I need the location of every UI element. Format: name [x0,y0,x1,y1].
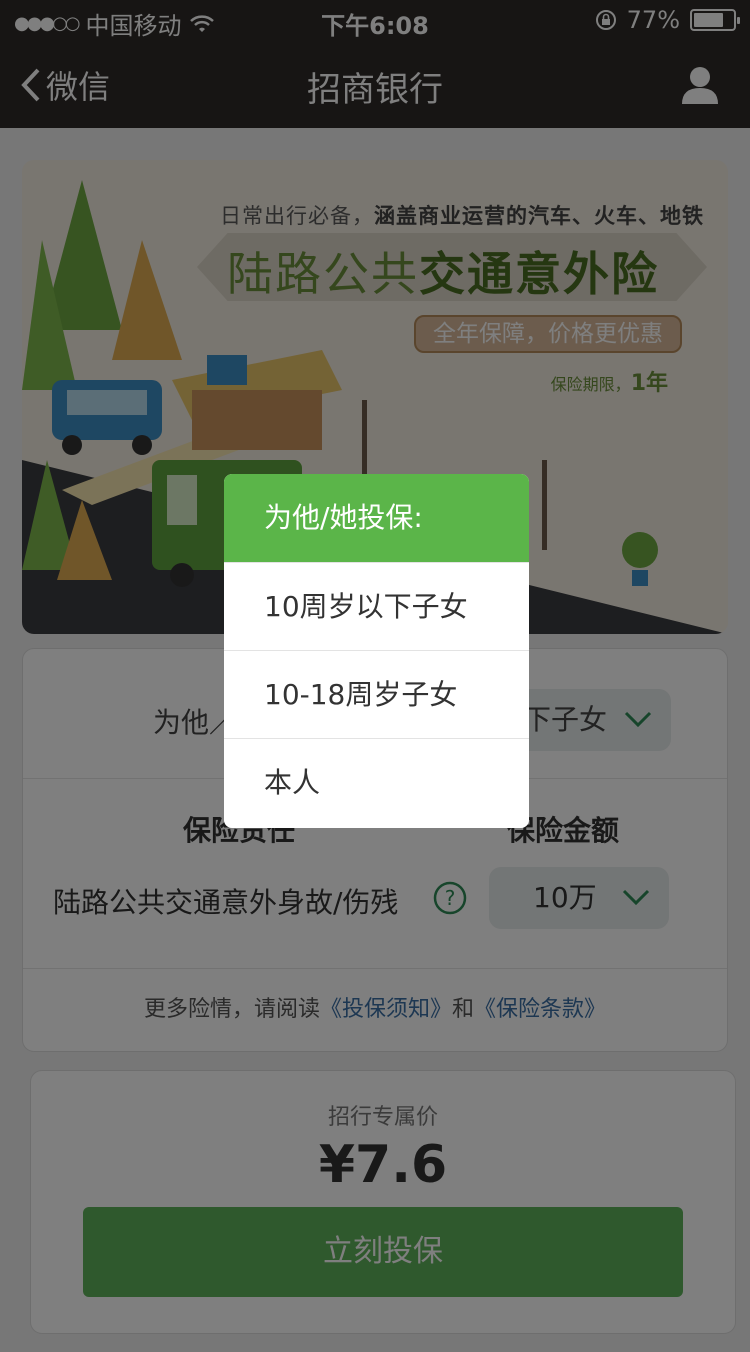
popup-option-self[interactable]: 本人 [224,738,529,826]
popup-header: 为他/她投保: [224,474,529,562]
popup-option-10-18[interactable]: 10-18周岁子女 [224,650,529,738]
insured-options-popup: 为他/她投保: 10周岁以下子女 10-18周岁子女 本人 [224,474,529,828]
popup-option-under-10[interactable]: 10周岁以下子女 [224,562,529,650]
